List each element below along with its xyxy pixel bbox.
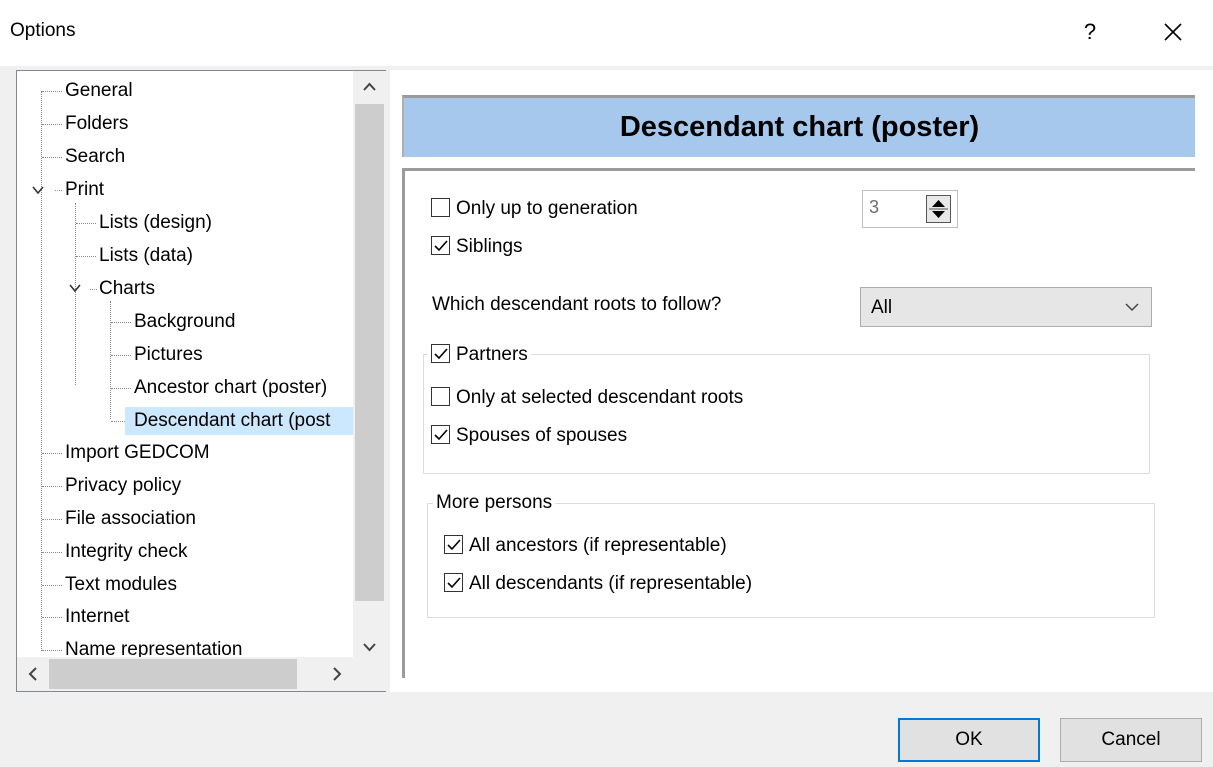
tree-line xyxy=(42,124,62,125)
tree-line xyxy=(111,355,131,356)
page-title: Descendant chart (poster) xyxy=(402,95,1195,157)
tree-line xyxy=(42,617,62,618)
scroll-right-icon[interactable] xyxy=(321,657,353,691)
checkmark-icon xyxy=(434,347,448,359)
roots-label: Which descendant roots to follow? xyxy=(432,294,722,315)
tree-line xyxy=(42,552,62,553)
tree-item-folders[interactable]: Folders xyxy=(62,110,131,138)
roots-selected-value: All xyxy=(871,297,893,318)
checkbox-label: Only at selected descendant roots xyxy=(456,387,744,408)
checkbox-label: Partners xyxy=(456,344,528,365)
cancel-button[interactable]: Cancel xyxy=(1060,718,1202,762)
help-button[interactable]: ? xyxy=(1078,14,1102,50)
scrollbar-corner xyxy=(353,657,386,691)
tree-line xyxy=(42,650,62,651)
settings-body: Only up to generation 3 Siblings Which d… xyxy=(402,168,1195,678)
tree-item-text-modules[interactable]: Text modules xyxy=(62,571,180,599)
tree-line xyxy=(42,453,62,454)
tree-line xyxy=(76,223,96,224)
tree-line xyxy=(42,585,62,586)
tree-line xyxy=(111,421,125,422)
checkbox-label: All ancestors (if representable) xyxy=(469,535,727,556)
options-tree[interactable]: General Folders Search Print Lists (desi… xyxy=(16,70,386,692)
checkmark-icon xyxy=(447,538,461,550)
tree-line xyxy=(42,91,62,92)
window-title: Options xyxy=(10,20,76,41)
checkbox-label: All descendants (if representable) xyxy=(469,573,753,594)
scroll-thumb[interactable] xyxy=(355,104,384,601)
more-persons-group xyxy=(427,503,1155,618)
checkbox-box[interactable] xyxy=(431,343,450,363)
chevron-down-icon[interactable] xyxy=(68,281,82,295)
spinner-arrows-icon[interactable] xyxy=(927,196,950,222)
checkbox-box[interactable] xyxy=(431,386,450,406)
tree-item-ancestor-chart[interactable]: Ancestor chart (poster) xyxy=(131,374,330,402)
checkmark-icon xyxy=(434,428,448,440)
tree-line xyxy=(111,322,131,323)
tree-item-charts[interactable]: Charts xyxy=(96,275,158,303)
tree-item-print[interactable]: Print xyxy=(62,176,107,204)
chevron-down-icon xyxy=(1125,303,1139,312)
tree-horizontal-scrollbar[interactable] xyxy=(17,657,353,691)
scroll-thumb[interactable] xyxy=(49,659,297,689)
ok-button[interactable]: OK xyxy=(898,718,1040,762)
checkmark-icon xyxy=(447,576,461,588)
title-bar: Options ? xyxy=(0,0,1213,66)
chevron-down-icon[interactable] xyxy=(31,183,45,197)
tree-line xyxy=(42,519,62,520)
tree-item-background[interactable]: Background xyxy=(131,308,238,336)
tree-item-lists-design[interactable]: Lists (design) xyxy=(96,209,215,237)
spinner-buttons[interactable] xyxy=(926,195,951,223)
tree-item-import-gedcom[interactable]: Import GEDCOM xyxy=(62,439,213,467)
partners-checkbox[interactable]: Partners xyxy=(428,341,531,369)
tree-item-internet[interactable]: Internet xyxy=(62,603,132,631)
all-descendants-checkbox[interactable]: All descendants (if representable) xyxy=(444,570,752,598)
close-button[interactable] xyxy=(1158,14,1188,50)
checkmark-icon xyxy=(434,239,448,251)
scroll-left-icon[interactable] xyxy=(17,657,49,691)
checkbox-label: Spouses of spouses xyxy=(456,425,628,446)
tree-item-file-association[interactable]: File association xyxy=(62,505,199,533)
partners-group xyxy=(423,354,1150,474)
only-up-to-generation-checkbox[interactable]: Only up to generation xyxy=(431,195,638,223)
tree-line xyxy=(111,388,131,389)
checkbox-box[interactable] xyxy=(431,424,450,444)
tree-item-integrity-check[interactable]: Integrity check xyxy=(62,538,191,566)
roots-select[interactable]: All xyxy=(860,287,1152,327)
tree-item-general[interactable]: General xyxy=(62,77,136,105)
all-ancestors-checkbox[interactable]: All ancestors (if representable) xyxy=(444,532,727,560)
tree-line xyxy=(76,256,96,257)
tree-item-privacy-policy[interactable]: Privacy policy xyxy=(62,472,184,500)
settings-panel: Descendant chart (poster) Only up to gen… xyxy=(390,70,1213,692)
scroll-up-icon[interactable] xyxy=(353,71,386,103)
close-icon xyxy=(1164,23,1182,41)
tree-line xyxy=(41,91,42,651)
tree-item-lists-data[interactable]: Lists (data) xyxy=(96,242,196,270)
checkbox-box[interactable] xyxy=(431,235,450,255)
tree-vertical-scrollbar[interactable] xyxy=(353,71,386,673)
tree-item-search[interactable]: Search xyxy=(62,143,128,171)
only-selected-roots-checkbox[interactable]: Only at selected descendant roots xyxy=(431,384,743,412)
tree-line xyxy=(42,157,62,158)
more-persons-legend: More persons xyxy=(433,489,556,517)
checkbox-box[interactable] xyxy=(431,197,450,217)
spouses-of-spouses-checkbox[interactable]: Spouses of spouses xyxy=(431,422,627,450)
generation-value[interactable]: 3 xyxy=(869,197,879,218)
tree-line xyxy=(55,190,62,191)
generation-spinner[interactable]: 3 xyxy=(862,190,958,228)
checkbox-box[interactable] xyxy=(444,572,463,592)
tree-item-descendant-chart[interactable]: Descendant chart (post xyxy=(125,407,353,435)
tree-line xyxy=(42,486,62,487)
checkbox-label: Only up to generation xyxy=(456,198,638,219)
siblings-checkbox[interactable]: Siblings xyxy=(431,233,523,261)
tree-line xyxy=(110,301,111,419)
checkbox-label: Siblings xyxy=(456,236,523,257)
tree-item-pictures[interactable]: Pictures xyxy=(131,341,206,369)
checkbox-box[interactable] xyxy=(444,534,463,554)
